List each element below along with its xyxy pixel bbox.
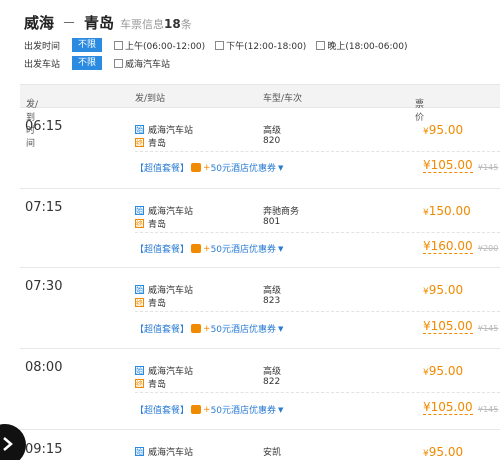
ticket-price[interactable]: ¥95.00 xyxy=(423,123,463,137)
from-station: 始威海汽车站 xyxy=(135,447,194,458)
table-header: 发/到时间 ⇕ 发/到站 车型/车次 票价 ⇕ xyxy=(20,84,500,149)
from-station: 始威海汽车站 xyxy=(135,285,194,296)
bus-icon xyxy=(191,163,202,172)
bus-type: 高级 xyxy=(263,367,282,377)
destination-city: 青岛 xyxy=(84,14,115,32)
original-price: ¥145 xyxy=(478,405,499,414)
row-divider xyxy=(135,151,500,152)
header-station: 发/到站 xyxy=(135,94,166,104)
depart-station-filter: 出发车站 不限 威海汽车站 xyxy=(24,55,180,71)
depart-time: 08:00 xyxy=(25,360,63,375)
station-unlimited-button[interactable]: 不限 xyxy=(72,56,103,70)
bus-icon xyxy=(191,244,202,253)
bus-number: 822 xyxy=(263,377,281,387)
checkbox-icon[interactable] xyxy=(114,40,124,50)
start-tag: 始 xyxy=(135,366,144,375)
checkbox-icon[interactable] xyxy=(316,40,326,50)
promo-link[interactable]: 【超值套餐】 +50元酒店优惠券 ▼ xyxy=(135,161,284,175)
bus-icon xyxy=(191,405,202,414)
ticket-price[interactable]: ¥95.00 xyxy=(423,364,463,378)
package-price[interactable]: ¥105.00 xyxy=(423,159,473,173)
original-price: ¥145 xyxy=(478,163,499,172)
promo-link[interactable]: 【超值套餐】 +50元酒店优惠券 ▼ xyxy=(135,322,284,336)
route-title: 威海 － 青岛 车票信息18条 xyxy=(24,12,192,36)
original-price: ¥145 xyxy=(478,324,499,333)
depart-time-filter: 出发时间 不限 上午(06:00-12:00) 下午(12:00-18:00) … xyxy=(24,37,417,53)
start-tag: 始 xyxy=(135,125,144,134)
bus-type: 奔驰商务 xyxy=(263,207,300,217)
original-price: ¥200 xyxy=(478,244,499,253)
time-option-evening[interactable]: 晚上(18:00-06:00) xyxy=(316,39,407,52)
ticket-price[interactable]: ¥95.00 xyxy=(423,283,463,297)
row-divider xyxy=(135,311,500,312)
bus-icon xyxy=(191,324,202,333)
route-dash: － xyxy=(62,16,77,32)
row-divider xyxy=(135,392,500,393)
end-tag: 终 xyxy=(135,298,144,307)
bus-number: 820 xyxy=(263,136,281,146)
start-tag: 始 xyxy=(135,447,144,456)
bus-type: 高级 xyxy=(263,286,282,296)
sort-icon: ⇕ xyxy=(28,97,35,106)
row-divider xyxy=(135,232,500,233)
from-station: 始威海汽车站 xyxy=(135,366,194,377)
end-tag: 终 xyxy=(135,379,144,388)
depart-station-label: 出发车站 xyxy=(24,59,61,70)
bus-number: 823 xyxy=(263,296,281,306)
depart-time: 06:15 xyxy=(25,119,63,134)
origin-city: 威海 xyxy=(24,14,55,32)
end-tag: 终 xyxy=(135,219,144,228)
time-unlimited-button[interactable]: 不限 xyxy=(72,38,103,52)
time-option-morning[interactable]: 上午(06:00-12:00) xyxy=(114,39,205,52)
bus-type: 高级 xyxy=(263,126,282,136)
table-row[interactable]: 09:15 始威海汽车站 安凯 ¥95.00 xyxy=(20,431,500,460)
ticket-price[interactable]: ¥95.00 xyxy=(423,445,463,459)
to-station: 终青岛 xyxy=(135,298,167,309)
station-option-weihai[interactable]: 威海汽车站 xyxy=(114,57,170,70)
checkbox-icon[interactable] xyxy=(114,58,124,68)
depart-time: 09:15 xyxy=(25,442,63,457)
depart-time: 07:15 xyxy=(25,200,63,215)
sort-icon: ⇕ xyxy=(417,97,424,106)
package-price[interactable]: ¥105.00 xyxy=(423,320,473,334)
end-tag: 终 xyxy=(135,138,144,147)
table-row[interactable]: 07:30 始威海汽车站 终青岛 高级 823 ¥95.00 【超值套餐】 +50… xyxy=(20,269,500,349)
time-option-afternoon[interactable]: 下午(12:00-18:00) xyxy=(215,39,306,52)
package-price[interactable]: ¥105.00 xyxy=(423,401,473,415)
to-station: 终青岛 xyxy=(135,379,167,390)
header-bus: 车型/车次 xyxy=(263,94,303,104)
to-station: 终青岛 xyxy=(135,138,167,149)
depart-time: 07:30 xyxy=(25,279,63,294)
result-count: 车票信息18条 xyxy=(120,17,192,31)
from-station: 始威海汽车站 xyxy=(135,125,194,136)
caret-down-icon: ▼ xyxy=(278,244,284,253)
ticket-price[interactable]: ¥150.00 xyxy=(423,204,471,218)
promo-link[interactable]: 【超值套餐】 +50元酒店优惠券 ▼ xyxy=(135,242,284,256)
start-tag: 始 xyxy=(135,206,144,215)
caret-down-icon: ▼ xyxy=(278,324,284,333)
caret-down-icon: ▼ xyxy=(278,163,284,172)
table-row[interactable]: 08:00 始威海汽车站 终青岛 高级 822 ¥95.00 【超值套餐】 +50… xyxy=(20,350,500,430)
table-row[interactable]: 06:15 始威海汽车站 终青岛 高级 820 ¥95.00 【超值套餐】 +50… xyxy=(20,109,500,189)
promo-link[interactable]: 【超值套餐】 +50元酒店优惠券 ▼ xyxy=(135,403,284,417)
bus-type: 安凯 xyxy=(263,448,282,458)
bus-number: 801 xyxy=(263,217,281,227)
caret-down-icon: ▼ xyxy=(278,405,284,414)
chevron-icon xyxy=(3,437,13,451)
table-row[interactable]: 07:15 始威海汽车站 终青岛 奔驰商务 801 ¥150.00 【超值套餐】… xyxy=(20,190,500,268)
to-station: 终青岛 xyxy=(135,219,167,230)
start-tag: 始 xyxy=(135,285,144,294)
from-station: 始威海汽车站 xyxy=(135,206,194,217)
package-price[interactable]: ¥160.00 xyxy=(423,240,473,254)
checkbox-icon[interactable] xyxy=(215,40,225,50)
depart-time-label: 出发时间 xyxy=(24,41,61,52)
